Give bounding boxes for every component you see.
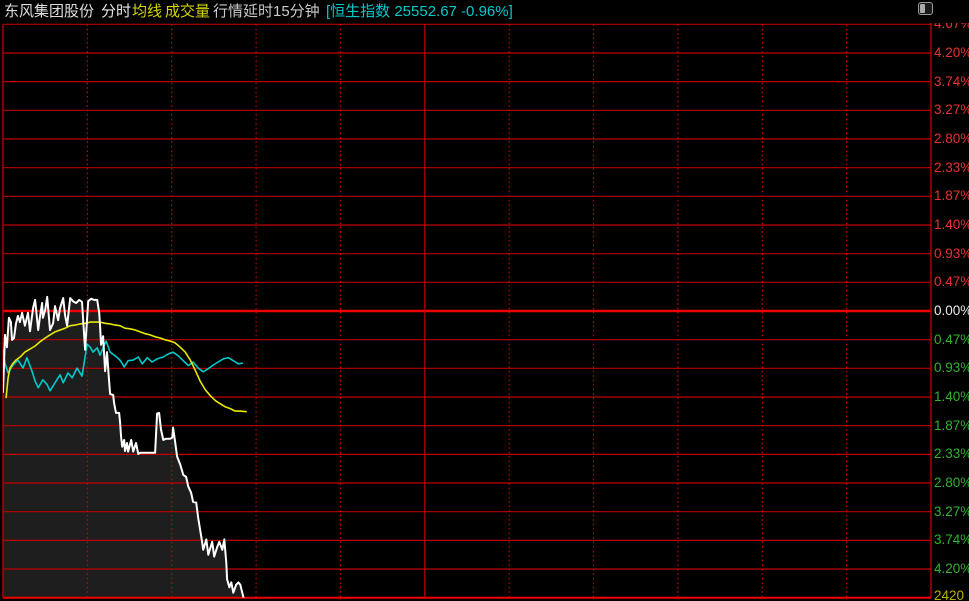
tab-moving-average[interactable]: 均线 bbox=[132, 0, 162, 23]
tab-timeshare[interactable]: 分时 bbox=[101, 0, 131, 23]
stock-name[interactable]: 东风集团股份 bbox=[4, 0, 94, 23]
tab-volume[interactable]: 成交量 bbox=[165, 0, 210, 23]
intraday-chart[interactable] bbox=[0, 0, 969, 601]
hang-seng-index-quote[interactable]: [恒生指数 25552.67 -0.96%] bbox=[326, 0, 513, 23]
header-bar: 东风集团股份 分时 均线 成交量 行情延时15分钟 [恒生指数 25552.67… bbox=[0, 0, 969, 23]
side-panel-toggle-icon[interactable] bbox=[918, 2, 933, 15]
quote-delay-note: 行情延时15分钟 bbox=[213, 0, 320, 23]
side-panel-toggle-bar bbox=[920, 4, 925, 13]
